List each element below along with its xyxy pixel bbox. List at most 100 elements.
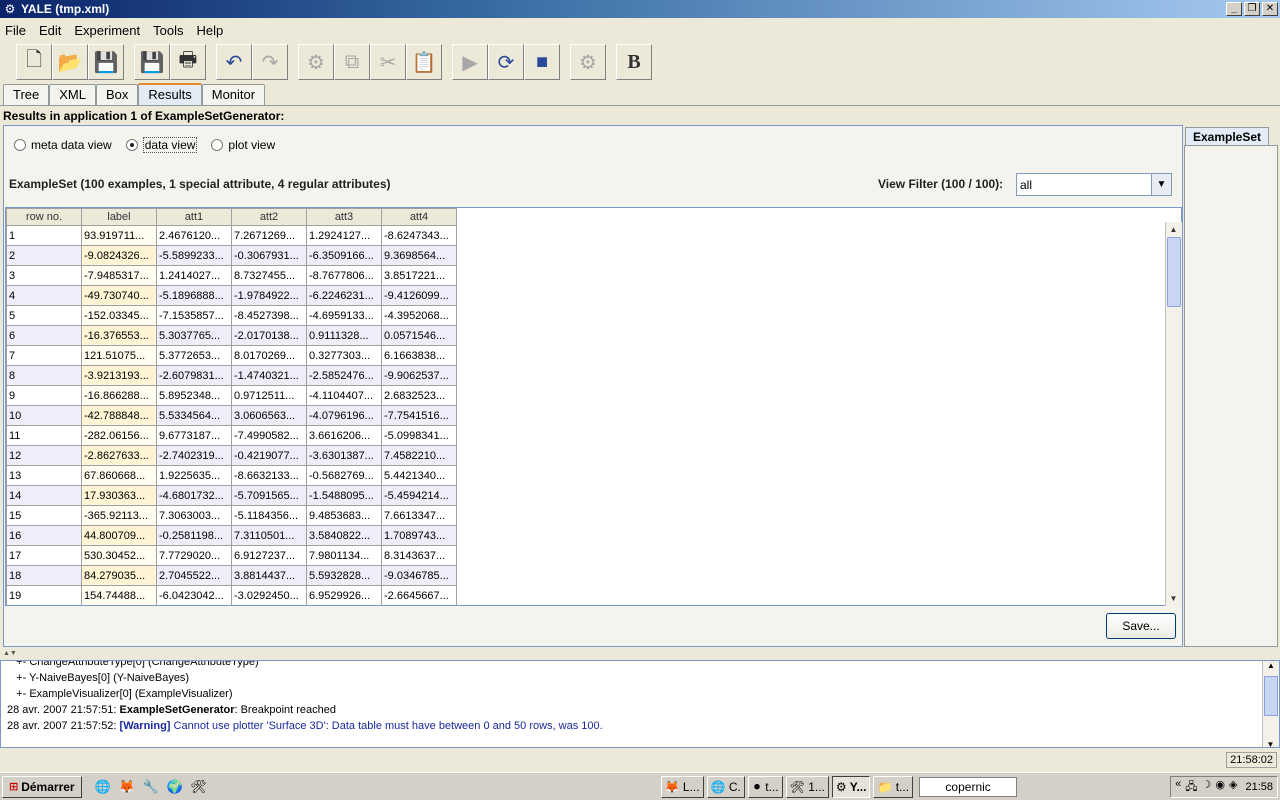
table-cell[interactable]: -0.4219077... (231, 445, 307, 466)
table-row[interactable]: 1 93.919711... 2.4676120... 7.2671269... 1.2… (6, 225, 457, 246)
wizard-icon[interactable]: ⚙ (570, 44, 606, 80)
table-cell[interactable]: -2.5852476... (306, 365, 382, 386)
table-cell[interactable]: 12 (6, 445, 82, 466)
table-cell[interactable]: -0.3067931... (231, 245, 307, 266)
print-icon[interactable]: 🖶 (170, 44, 206, 80)
table-cell[interactable]: 7.6613347... (381, 505, 457, 526)
table-cell[interactable]: -5.5899233... (156, 245, 232, 266)
table-cell[interactable]: -7.1535857... (156, 305, 232, 326)
table-cell[interactable]: 2.7045522... (156, 565, 232, 586)
table-cell[interactable]: 44.800709... (81, 525, 157, 546)
tab-box[interactable]: Box (95, 84, 139, 105)
tab-monitor[interactable]: Monitor (201, 84, 266, 105)
table-cell[interactable]: -1.5488095... (306, 485, 382, 506)
table-cell[interactable]: -7.4990582... (231, 425, 307, 446)
add-operator-icon[interactable]: ⚙ (298, 44, 334, 80)
table-cell[interactable]: -8.6632133... (231, 465, 307, 486)
table-cell[interactable]: -5.4594214... (381, 485, 457, 506)
table-scrollbar[interactable]: ▲ ▼ (1165, 222, 1182, 606)
tool-icon[interactable]: 🔧 (142, 778, 160, 796)
table-cell[interactable]: -8.6247343... (381, 225, 457, 246)
table-row[interactable]: 14 17.930363... -4.6801732... -5.7091565...… (6, 485, 457, 506)
table-cell[interactable]: 6.1663838... (381, 345, 457, 366)
table-cell[interactable]: 6.9529926... (306, 585, 382, 605)
table-cell[interactable]: 0.9712511... (231, 385, 307, 406)
utility-icon[interactable]: 🛠 (190, 778, 208, 796)
radio-plot-view[interactable]: plot view (211, 138, 275, 152)
app-icon[interactable]: ⚙ (3, 2, 17, 16)
table-cell[interactable]: 3.6616206... (306, 425, 382, 446)
table-cell[interactable]: 7.4582210... (381, 445, 457, 466)
table-cell[interactable]: 5.4421340... (381, 465, 457, 486)
scroll-up-icon[interactable]: ▲ (1263, 661, 1279, 670)
table-cell[interactable]: 7.7729020... (156, 545, 232, 566)
table-cell[interactable]: 19 (6, 585, 82, 605)
table-row[interactable]: 9 -16.866288... 5.8952348... 0.9712511... -4… (6, 385, 457, 406)
table-row[interactable]: 8 -3.9213193... -2.6079831... -1.4740321...… (6, 365, 457, 386)
table-cell[interactable]: 6 (6, 325, 82, 346)
table-cell[interactable]: 3.8814437... (231, 565, 307, 586)
table-cell[interactable]: 5.5334564... (156, 405, 232, 426)
log-scrollbar[interactable]: ▲ ▼ (1262, 661, 1279, 747)
menu-edit[interactable]: Edit (39, 23, 61, 38)
table-row[interactable]: 15 -365.92113... 7.3063003... -5.1184356...… (6, 505, 457, 526)
column-header[interactable]: att1 (156, 208, 232, 226)
tray-expand-icon[interactable]: « (1175, 778, 1181, 797)
taskbar-task-button[interactable]: ⚙ Y... (831, 775, 871, 798)
scroll-down-icon[interactable]: ▼ (1263, 740, 1278, 747)
table-cell[interactable]: 15 (6, 505, 82, 526)
firefox-icon[interactable]: 🦊 (118, 778, 136, 796)
table-cell[interactable]: 6.9127237... (231, 545, 307, 566)
table-cell[interactable]: 2 (6, 245, 82, 266)
tray-icon[interactable]: 🖧 (1185, 778, 1197, 797)
table-row[interactable]: 10 -42.788848... 5.5334564... 3.0606563... -… (6, 405, 457, 426)
table-cell[interactable]: 1.7089743... (381, 525, 457, 546)
table-cell[interactable]: -9.9062537... (381, 365, 457, 386)
table-cell[interactable]: 8.0170269... (231, 345, 307, 366)
table-row[interactable]: 16 44.800709... -0.2581198... 7.3110501... 3… (6, 525, 457, 546)
table-cell[interactable]: -2.6645667... (381, 585, 457, 605)
table-cell[interactable]: -2.7402319... (156, 445, 232, 466)
table-cell[interactable]: -7.9485317... (81, 265, 157, 286)
tray-icon[interactable]: ◈ (1229, 778, 1237, 797)
table-row[interactable]: 4 -49.730740... -5.1896888... -1.9784922...… (6, 285, 457, 306)
table-cell[interactable]: -4.6801732... (156, 485, 232, 506)
column-header[interactable]: row no. (6, 208, 82, 226)
table-cell[interactable]: 9.3698564... (381, 245, 457, 266)
table-cell[interactable]: -5.1184356... (231, 505, 307, 526)
table-row[interactable]: 3 -7.9485317... 1.2414027... 8.7327455... -8… (6, 265, 457, 286)
save-icon[interactable]: 💾 (88, 44, 124, 80)
paste-icon[interactable]: 📋 (406, 44, 442, 80)
table-cell[interactable]: -9.0824326... (81, 245, 157, 266)
tab-tree[interactable]: Tree (3, 84, 50, 105)
table-cell[interactable]: 530.30452... (81, 545, 157, 566)
table-cell[interactable]: 18 (6, 565, 82, 586)
table-cell[interactable]: 2.4676120... (156, 225, 232, 246)
column-header[interactable]: att4 (381, 208, 457, 226)
table-cell[interactable]: 10 (6, 405, 82, 426)
table-cell[interactable]: 0.3277303... (306, 345, 382, 366)
table-cell[interactable]: 17 (6, 545, 82, 566)
table-cell[interactable]: -5.1896888... (156, 285, 232, 306)
menu-tools[interactable]: Tools (153, 23, 183, 38)
menu-experiment[interactable]: Experiment (74, 23, 140, 38)
table-cell[interactable]: -4.3952068... (381, 305, 457, 326)
view-filter-select[interactable]: all ▼ (1016, 173, 1172, 196)
table-cell[interactable]: -6.3509166... (306, 245, 382, 266)
table-cell[interactable]: 154.74488... (81, 585, 157, 605)
menu-file[interactable]: File (5, 23, 26, 38)
search-input[interactable]: copernic (919, 776, 1018, 797)
new-icon[interactable]: 🗋 (16, 44, 52, 80)
table-cell[interactable]: 67.860668... (81, 465, 157, 486)
table-cell[interactable]: 16 (6, 525, 82, 546)
taskbar-task-button[interactable]: 🌐 C. (706, 775, 745, 798)
undo-icon[interactable]: ↶ (216, 44, 252, 80)
table-row[interactable]: 17 530.30452... 7.7729020... 6.9127237... 7.… (6, 545, 457, 566)
table-cell[interactable]: -42.788848... (81, 405, 157, 426)
table-row[interactable]: 6 -16.376553... 5.3037765... -2.0170138... 0… (6, 325, 457, 346)
radio-circle[interactable] (211, 139, 224, 151)
column-header[interactable]: att3 (306, 208, 382, 226)
table-cell[interactable]: -9.0346785... (381, 565, 457, 586)
table-cell[interactable]: -2.0170138... (231, 325, 307, 346)
table-row[interactable]: 19 154.74488... -6.0423042... -3.0292450...… (6, 585, 457, 605)
